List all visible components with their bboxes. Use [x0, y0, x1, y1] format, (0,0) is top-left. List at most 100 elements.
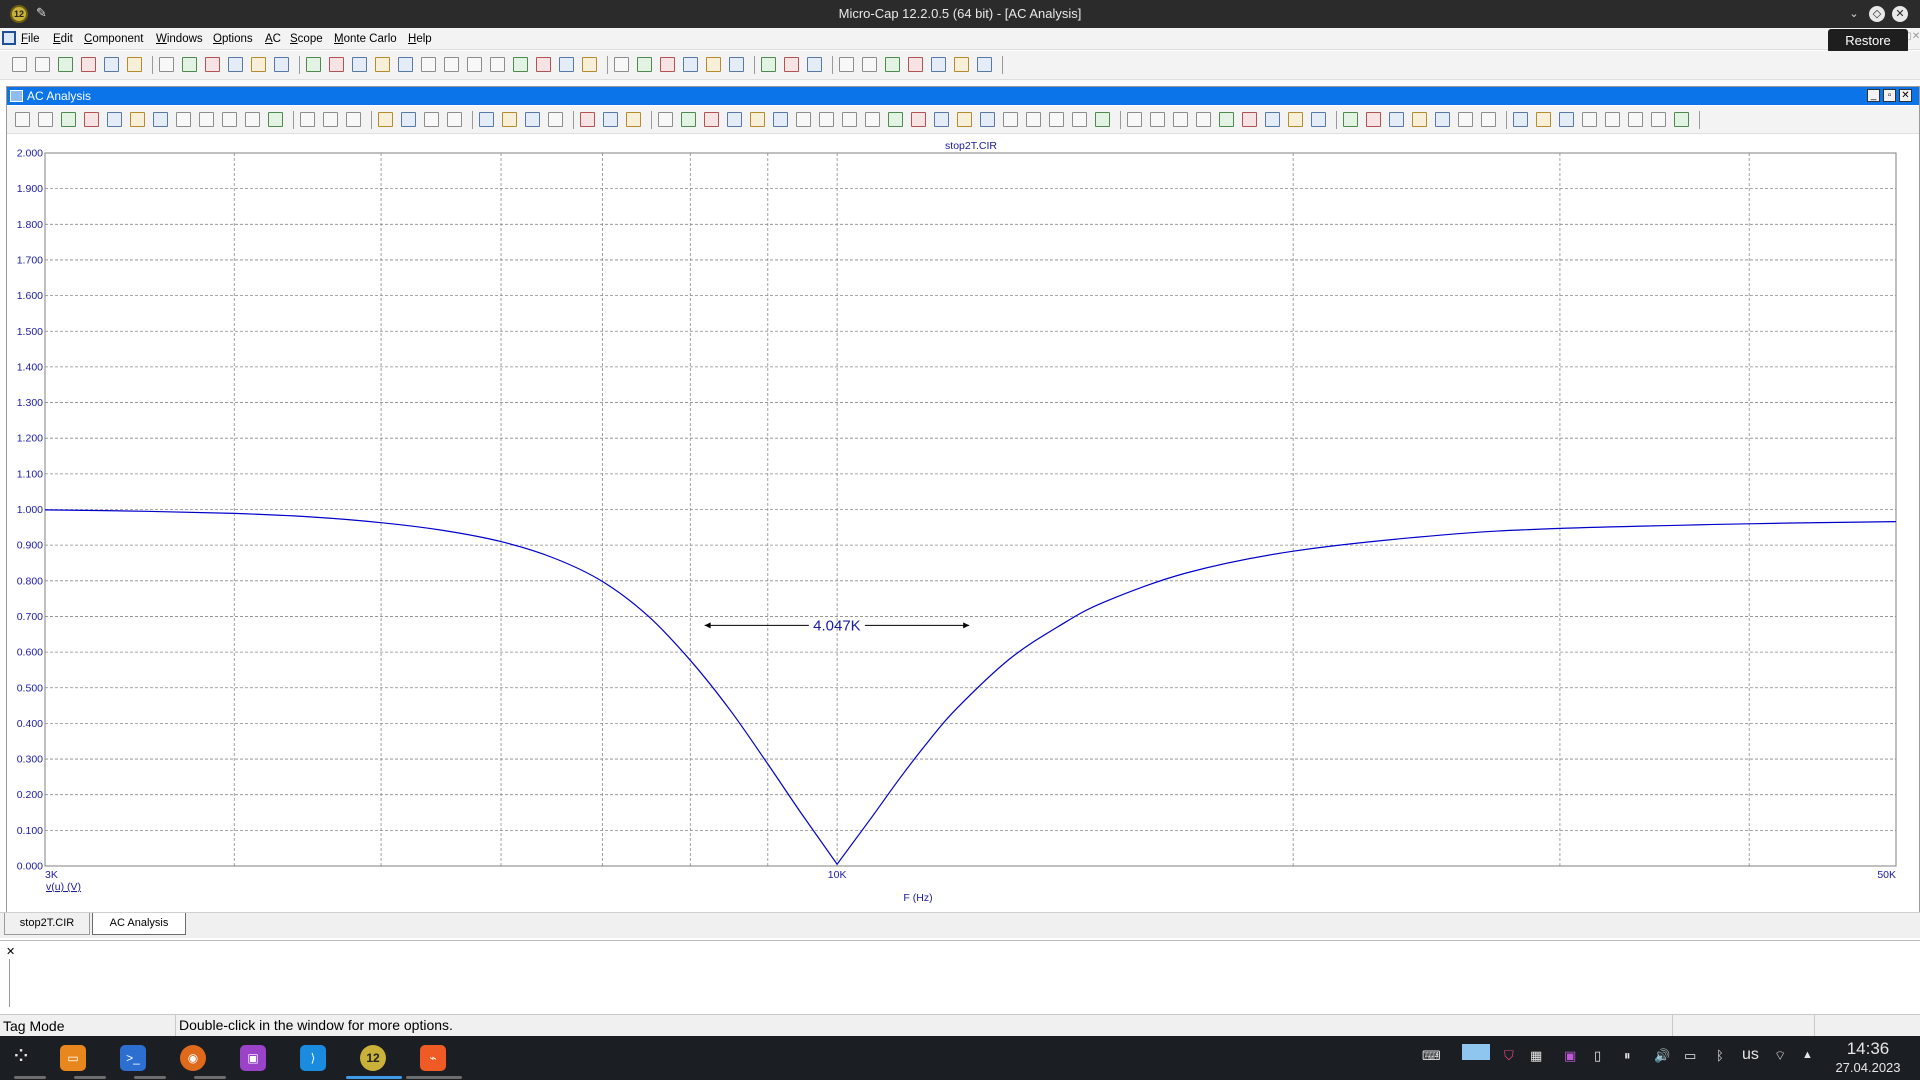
maintoolbar-button-35[interactable] [862, 57, 877, 72]
battery-icon[interactable]: ▭ [1684, 1048, 1696, 1064]
bluetooth-icon[interactable]: ᛒ [1716, 1048, 1724, 1063]
browser-icon[interactable]: ◉ [180, 1045, 206, 1071]
status-mode: Tag Mode [3, 1018, 65, 1034]
code-editor-icon[interactable]: ⟩ [300, 1045, 326, 1071]
file-manager-icon[interactable]: ▭ [60, 1045, 86, 1071]
maintoolbar-button-2[interactable] [58, 57, 73, 72]
clock-date[interactable]: 27.04.2023 [1818, 1060, 1918, 1075]
status-hint: Double-click in the window for more opti… [179, 1017, 453, 1033]
maintoolbar-button-15[interactable] [375, 57, 390, 72]
microcap-taskbar-icon[interactable]: 12 [360, 1045, 386, 1071]
y-tick-label: 1.900 [17, 183, 43, 195]
y-tick-label: 1.500 [17, 326, 43, 338]
store-tray-icon[interactable]: ▣ [1564, 1048, 1576, 1064]
clock-time[interactable]: 14:36 [1818, 1040, 1918, 1058]
keyboard-layout-label[interactable]: us [1742, 1046, 1759, 1064]
maintoolbar-button-0[interactable] [12, 57, 27, 72]
menu-monte-carlo[interactable]: Monte Carlo [334, 33, 397, 45]
maintoolbar-button-7[interactable] [182, 57, 197, 72]
menu-component[interactable]: Component [84, 33, 143, 45]
wifi-icon[interactable]: ⌔ [1774, 1048, 1786, 1064]
maintoolbar-button-6[interactable] [159, 57, 174, 72]
toolbar-separator [152, 56, 153, 74]
maintoolbar-button-30[interactable] [729, 57, 744, 72]
maintoolbar-button-22[interactable] [536, 57, 551, 72]
media-pause-icon[interactable]: ⏸ [1624, 1048, 1631, 1064]
maintoolbar-button-37[interactable] [908, 57, 923, 72]
keyboard-layout-icon[interactable]: ⌨ [1422, 1048, 1441, 1064]
system-menu-icon[interactable] [2, 31, 16, 45]
y-tick-label: 0.600 [17, 647, 43, 659]
ac-analysis-plot[interactable]: 0.000 0.100 0.200 0.300 0.400 0.500 0.600 0.700… [0, 86, 1920, 938]
maintoolbar-button-36[interactable] [885, 57, 900, 72]
y-tick-label: 1.800 [17, 219, 43, 231]
desktop-preview-icon[interactable] [1462, 1044, 1490, 1060]
maintoolbar-button-13[interactable] [329, 57, 344, 72]
windows-icon[interactable]: ▦ [1530, 1048, 1542, 1064]
minimize-icon[interactable]: ⌄ [1846, 6, 1862, 22]
maintoolbar-button-21[interactable] [513, 57, 528, 72]
x-tick-label: 50K [1877, 869, 1896, 881]
y-tick-label: 1.100 [17, 468, 43, 480]
maintoolbar-button-26[interactable] [637, 57, 652, 72]
tab-ac-analysis[interactable]: AC Analysis [92, 913, 186, 935]
restore-icon[interactable]: ◇ [1869, 6, 1885, 22]
annotation-arrow-right [963, 622, 970, 629]
menu-options[interactable]: Options [213, 33, 253, 45]
maintoolbar-button-27[interactable] [660, 57, 675, 72]
maintoolbar-button-33[interactable] [807, 57, 822, 72]
app-launcher-icon[interactable]: ⁘ [8, 1045, 34, 1071]
tray-expand-icon[interactable]: ▲ [1802, 1049, 1813, 1061]
maintoolbar-button-18[interactable] [444, 57, 459, 72]
maintoolbar-button-25[interactable] [614, 57, 629, 72]
maintoolbar-button-19[interactable] [467, 57, 482, 72]
maintoolbar-button-9[interactable] [228, 57, 243, 72]
maintoolbar-button-20[interactable] [490, 57, 505, 72]
maintoolbar-button-40[interactable] [977, 57, 992, 72]
image-viewer-icon[interactable]: ⌁ [420, 1045, 446, 1071]
y-tick-label: 0.800 [17, 575, 43, 587]
menu-file[interactable]: File [21, 33, 40, 45]
menu-ac[interactable]: AC [265, 33, 281, 45]
maintoolbar-button-38[interactable] [931, 57, 946, 72]
maintoolbar-button-1[interactable] [35, 57, 50, 72]
clipboard-icon[interactable]: ▯ [1594, 1048, 1601, 1064]
menu-windows[interactable]: Windows [156, 33, 203, 45]
maintoolbar-button-32[interactable] [784, 57, 799, 72]
maintoolbar-button-34[interactable] [839, 57, 854, 72]
maintoolbar-button-14[interactable] [352, 57, 367, 72]
maintoolbar-button-3[interactable] [81, 57, 96, 72]
maintoolbar-button-23[interactable] [559, 57, 574, 72]
maintoolbar-button-12[interactable] [306, 57, 321, 72]
menu-help[interactable]: Help [408, 33, 432, 45]
y-tick-label: 1.600 [17, 290, 43, 302]
status-segment-empty [1673, 1015, 1815, 1037]
command-pane: ✕ [0, 940, 1920, 1012]
shield-icon[interactable]: ⛉ [1504, 1048, 1514, 1064]
maintoolbar-button-31[interactable] [761, 57, 776, 72]
maintoolbar-button-11[interactable] [274, 57, 289, 72]
store-icon[interactable]: ▣ [240, 1045, 266, 1071]
volume-icon[interactable]: 🔊 [1654, 1048, 1670, 1064]
maintoolbar-button-5[interactable] [127, 57, 142, 72]
maintoolbar-button-28[interactable] [683, 57, 698, 72]
menu-edit[interactable]: Edit [53, 33, 73, 45]
close-icon[interactable]: ✕ [1892, 6, 1908, 22]
toolbar-separator [832, 56, 833, 74]
maintoolbar-button-17[interactable] [421, 57, 436, 72]
maintoolbar-button-29[interactable] [706, 57, 721, 72]
y-tick-label: 0.400 [17, 718, 43, 730]
close-pane-icon[interactable]: ✕ [6, 945, 15, 958]
maintoolbar-button-39[interactable] [954, 57, 969, 72]
maintoolbar-button-4[interactable] [104, 57, 119, 72]
maintoolbar-button-24[interactable] [582, 57, 597, 72]
terminal-icon[interactable]: >_ [120, 1045, 146, 1071]
maintoolbar-button-10[interactable] [251, 57, 266, 72]
maintoolbar-button-8[interactable] [205, 57, 220, 72]
tab-stop2t-cir[interactable]: stop2T.CIR [4, 913, 90, 935]
y-tick-label: 0.700 [17, 611, 43, 623]
menu-scope[interactable]: Scope [290, 33, 323, 45]
toolbar-separator [754, 56, 755, 74]
maintoolbar-button-16[interactable] [398, 57, 413, 72]
bandwidth-annotation: 4.047K [704, 617, 970, 634]
